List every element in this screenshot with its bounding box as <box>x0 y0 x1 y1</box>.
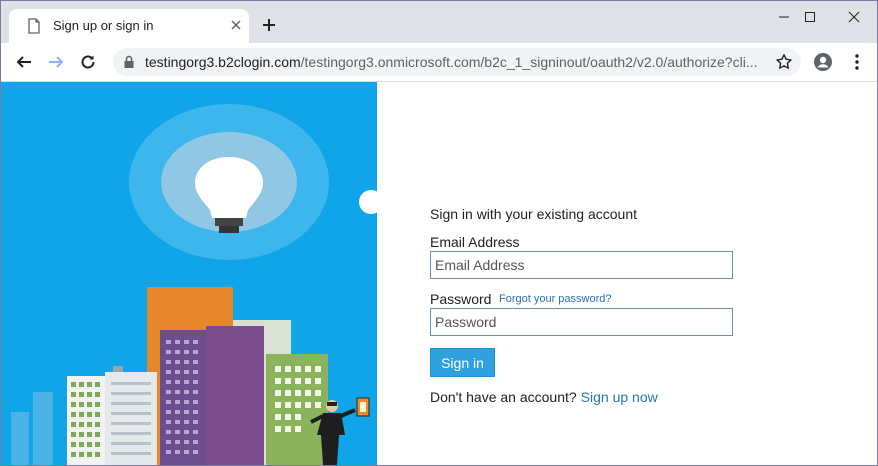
email-field[interactable] <box>430 251 733 279</box>
url-path: /testingorg3.onmicrosoft.com/b2c_1_signi… <box>300 54 757 70</box>
close-icon[interactable] <box>229 18 243 32</box>
tab-title: Sign up or sign in <box>53 18 154 33</box>
maximize-icon <box>805 12 815 22</box>
city-lightbulb-illustration <box>1 82 377 465</box>
no-account-line: Don't have an account? Sign up now <box>430 389 658 405</box>
signin-button[interactable]: Sign in <box>430 348 495 377</box>
url-host: testingorg3.b2clogin.com <box>145 54 301 70</box>
browser-toolbar: testingorg3.b2clogin.com/testingorg3.onm… <box>1 43 877 82</box>
form-heading: Sign in with your existing account <box>430 206 637 222</box>
page-icon <box>28 18 40 34</box>
close-window-button[interactable] <box>831 1 877 33</box>
forward-button[interactable] <box>43 49 69 75</box>
reload-icon <box>81 55 95 69</box>
close-window-icon <box>848 11 860 23</box>
profile-icon[interactable] <box>813 52 833 72</box>
password-label: Password <box>430 291 492 307</box>
new-tab-button[interactable] <box>255 13 283 37</box>
more-menu-icon <box>855 54 859 70</box>
tab-strip: Sign up or sign in <box>1 1 877 43</box>
reload-button[interactable] <box>75 49 101 75</box>
forgot-password-link[interactable]: Forgot your password? <box>499 293 612 305</box>
plus-icon <box>263 19 275 31</box>
more-menu-button[interactable] <box>847 52 867 72</box>
back-arrow-icon <box>16 56 31 68</box>
signup-link[interactable]: Sign up now <box>581 389 658 405</box>
address-bar[interactable]: testingorg3.b2clogin.com/testingorg3.onm… <box>113 48 801 76</box>
illustration-panel <box>1 82 377 465</box>
lock-icon <box>124 55 134 68</box>
forward-arrow-icon <box>49 56 64 68</box>
page-content: Sign in with your existing account Email… <box>1 82 877 465</box>
back-button[interactable] <box>11 49 37 75</box>
browser-tab[interactable]: Sign up or sign in <box>9 9 249 43</box>
url-text: testingorg3.b2clogin.com/testingorg3.onm… <box>145 54 757 70</box>
email-label: Email Address <box>430 234 520 250</box>
star-icon[interactable] <box>775 53 793 71</box>
password-field[interactable] <box>430 308 733 336</box>
browser-window: Sign up or sign in testingorg3.b2clogin.… <box>0 0 878 466</box>
no-account-text: Don't have an account? <box>430 389 577 405</box>
maximize-button[interactable] <box>787 1 833 33</box>
